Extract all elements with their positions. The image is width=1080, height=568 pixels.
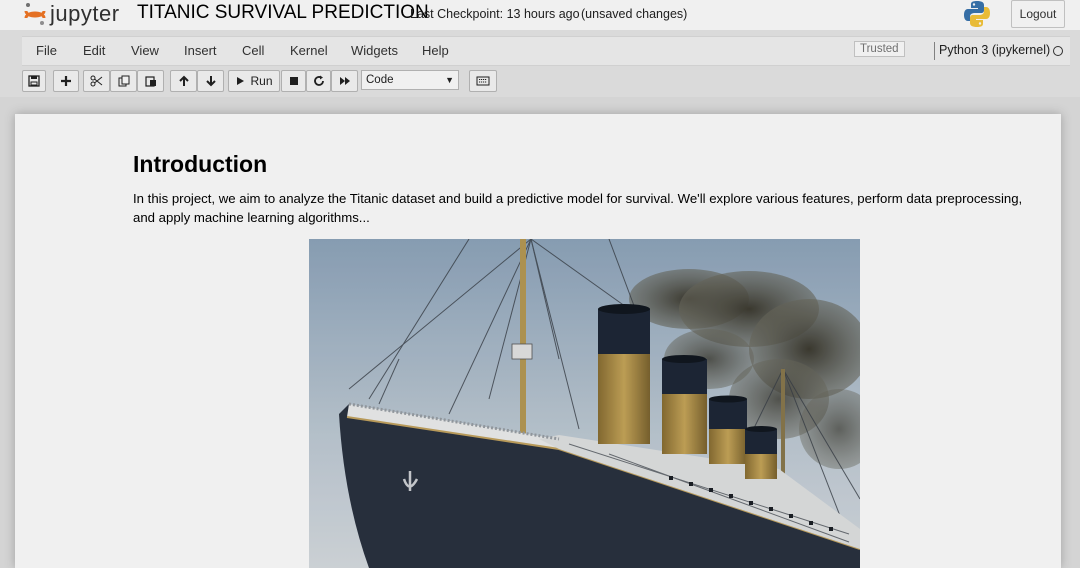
paste-button[interactable]	[137, 70, 164, 92]
menu-view[interactable]: View	[131, 43, 159, 58]
python-logo-icon	[964, 1, 990, 27]
move-down-button[interactable]	[197, 70, 224, 92]
command-palette-button[interactable]	[469, 70, 497, 92]
logout-button[interactable]: Logout	[1011, 0, 1065, 28]
save-button[interactable]	[22, 70, 46, 92]
cut-button[interactable]	[83, 70, 110, 92]
menu-cell[interactable]: Cell	[242, 43, 264, 58]
copy-icon	[118, 75, 129, 87]
kernel-status-icon	[1053, 46, 1063, 56]
chevron-down-icon: ▼	[445, 75, 454, 85]
restart-icon	[313, 75, 324, 86]
keyboard-icon	[476, 76, 490, 86]
jupyter-logo-icon	[24, 3, 46, 25]
jupyter-logo-text: jupyter	[50, 1, 120, 26]
stop-icon	[289, 77, 298, 85]
cell-type-value: Code	[366, 74, 394, 86]
menu-insert[interactable]: Insert	[184, 43, 217, 58]
add-cell-button[interactable]	[53, 70, 79, 92]
add-cell-icon	[61, 76, 71, 86]
fast-forward-button[interactable]	[331, 70, 358, 92]
cell-type-select[interactable]: Code ▼	[361, 70, 459, 90]
menu-help[interactable]: Help	[422, 43, 449, 58]
move-down-icon	[205, 76, 216, 87]
menu-file[interactable]: File	[36, 43, 57, 58]
save-icon	[28, 75, 40, 87]
notebook-container[interactable]: Introduction In this project, we aim to …	[15, 114, 1061, 568]
save-status: (unsaved changes)	[581, 7, 688, 21]
trusted-indicator[interactable]: Trusted	[854, 41, 905, 57]
restart-button[interactable]	[306, 70, 331, 92]
titanic-painting	[309, 239, 860, 568]
menu-kernel[interactable]: Kernel	[290, 43, 328, 58]
toolbar: Run Code ▼	[22, 70, 1070, 92]
cut-icon	[90, 75, 103, 87]
paste-icon	[144, 76, 156, 87]
kernel-name[interactable]: Python 3 (ipykernel)	[939, 43, 1050, 57]
fast-forward-icon	[339, 77, 350, 85]
stop-button[interactable]	[281, 70, 306, 92]
run-label: Run	[250, 74, 273, 88]
kernel-separator	[934, 42, 935, 60]
header-bar: jupyter TITANIC SURVIVAL PREDICTION Last…	[0, 0, 1080, 30]
markdown-heading: Introduction	[133, 151, 268, 177]
move-up-button[interactable]	[170, 70, 197, 92]
run-icon	[237, 77, 245, 85]
menu-bar: File Edit View Insert Cell Kernel Widget…	[22, 36, 1070, 66]
copy-button[interactable]	[110, 70, 137, 92]
move-up-icon	[178, 75, 189, 86]
run-button[interactable]: Run	[228, 70, 280, 92]
menu-edit[interactable]: Edit	[83, 43, 105, 58]
checkpoint-status: Last Checkpoint: 13 hours ago	[410, 7, 580, 21]
jupyter-logo[interactable]: jupyter	[24, 0, 120, 28]
markdown-paragraph: In this project, we aim to analyze the T…	[133, 191, 1023, 225]
notebook-title[interactable]: TITANIC SURVIVAL PREDICTION	[137, 2, 429, 24]
menu-widgets[interactable]: Widgets	[351, 43, 398, 58]
